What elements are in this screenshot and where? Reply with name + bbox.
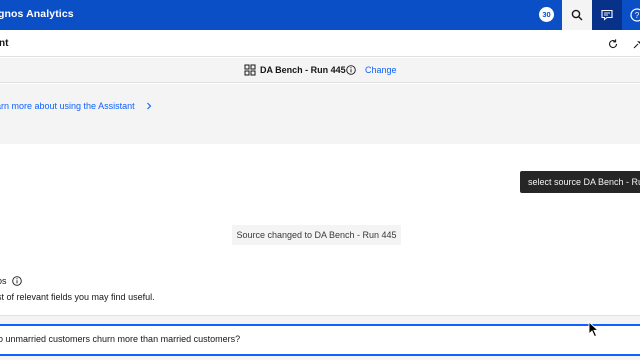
pin-icon[interactable] [632, 38, 640, 50]
search-icon [571, 9, 583, 21]
tips-heading: os [0, 276, 7, 286]
chevron-right-icon[interactable] [145, 102, 153, 110]
assistant-header: nt [0, 30, 640, 57]
svg-text:?: ? [635, 11, 640, 20]
reset-icon[interactable] [607, 38, 619, 50]
info-icon[interactable] [346, 65, 356, 75]
panel-title: nt [0, 38, 9, 49]
dataset-icon [244, 64, 256, 76]
chat-icon [601, 9, 613, 21]
source-changed-message: Source changed to DA Bench - Run 445 [232, 225, 401, 245]
learn-more-link[interactable]: arn more about using the Assistant [0, 101, 135, 111]
info-icon[interactable] [12, 276, 22, 286]
tips-text: st of relevant fields you may find usefu… [0, 292, 155, 302]
top-navigation-bar: gnos Analytics 30 ? [0, 0, 640, 30]
change-source-link[interactable]: Change [365, 65, 397, 75]
learn-banner [0, 84, 640, 144]
source-name: DA Bench - Run 445 [260, 65, 346, 75]
help-icon: ? [630, 8, 640, 22]
source-bar: DA Bench - Run 445 Change [0, 58, 640, 83]
question-input-value[interactable]: o unmarried customers churn more than ma… [0, 334, 240, 344]
user-message-bubble: select source DA Bench - Run [520, 171, 640, 193]
search-button[interactable] [562, 0, 592, 30]
mouse-cursor-icon [588, 321, 600, 338]
assistant-chat-button[interactable] [592, 0, 622, 30]
notification-badge[interactable]: 30 [539, 7, 554, 22]
app-title: gnos Analytics [0, 8, 74, 20]
help-button[interactable]: ? [622, 0, 640, 30]
